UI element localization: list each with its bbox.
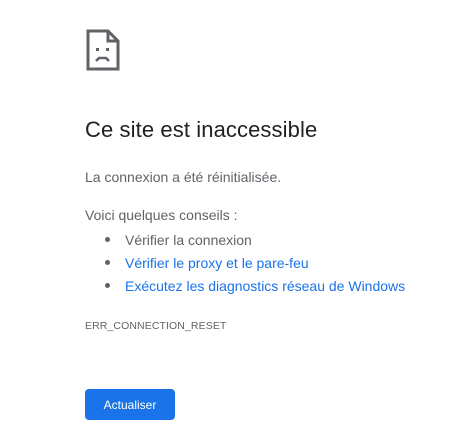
suggestions-list: Vérifier la connexion Vérifier le proxy …	[85, 230, 405, 299]
bullet-icon	[105, 260, 110, 265]
suggestion-check-proxy-firewall[interactable]: Vérifier le proxy et le pare-feu	[85, 253, 405, 276]
suggestion-check-connection: Vérifier la connexion	[85, 230, 405, 253]
bullet-icon	[105, 283, 110, 288]
reload-button[interactable]: Actualiser	[85, 389, 175, 420]
suggestion-run-diagnostics[interactable]: Exécutez les diagnostics réseau de Windo…	[85, 276, 405, 299]
suggestions-heading: Voici quelques conseils :	[85, 207, 238, 223]
error-page: Ce site est inaccessible La connexion a …	[85, 0, 455, 442]
sad-page-icon	[86, 29, 120, 71]
error-description: La connexion a été réinitialisée.	[85, 169, 282, 185]
suggestion-label: Vérifier la connexion	[125, 232, 252, 248]
bullet-icon	[105, 237, 110, 242]
windows-network-diagnostics-link[interactable]: Exécutez les diagnostics réseau de Windo…	[125, 278, 405, 294]
check-proxy-firewall-link[interactable]: Vérifier le proxy et le pare-feu	[125, 255, 309, 271]
error-code: ERR_CONNECTION_RESET	[85, 320, 227, 332]
page-title: Ce site est inaccessible	[85, 117, 318, 142]
